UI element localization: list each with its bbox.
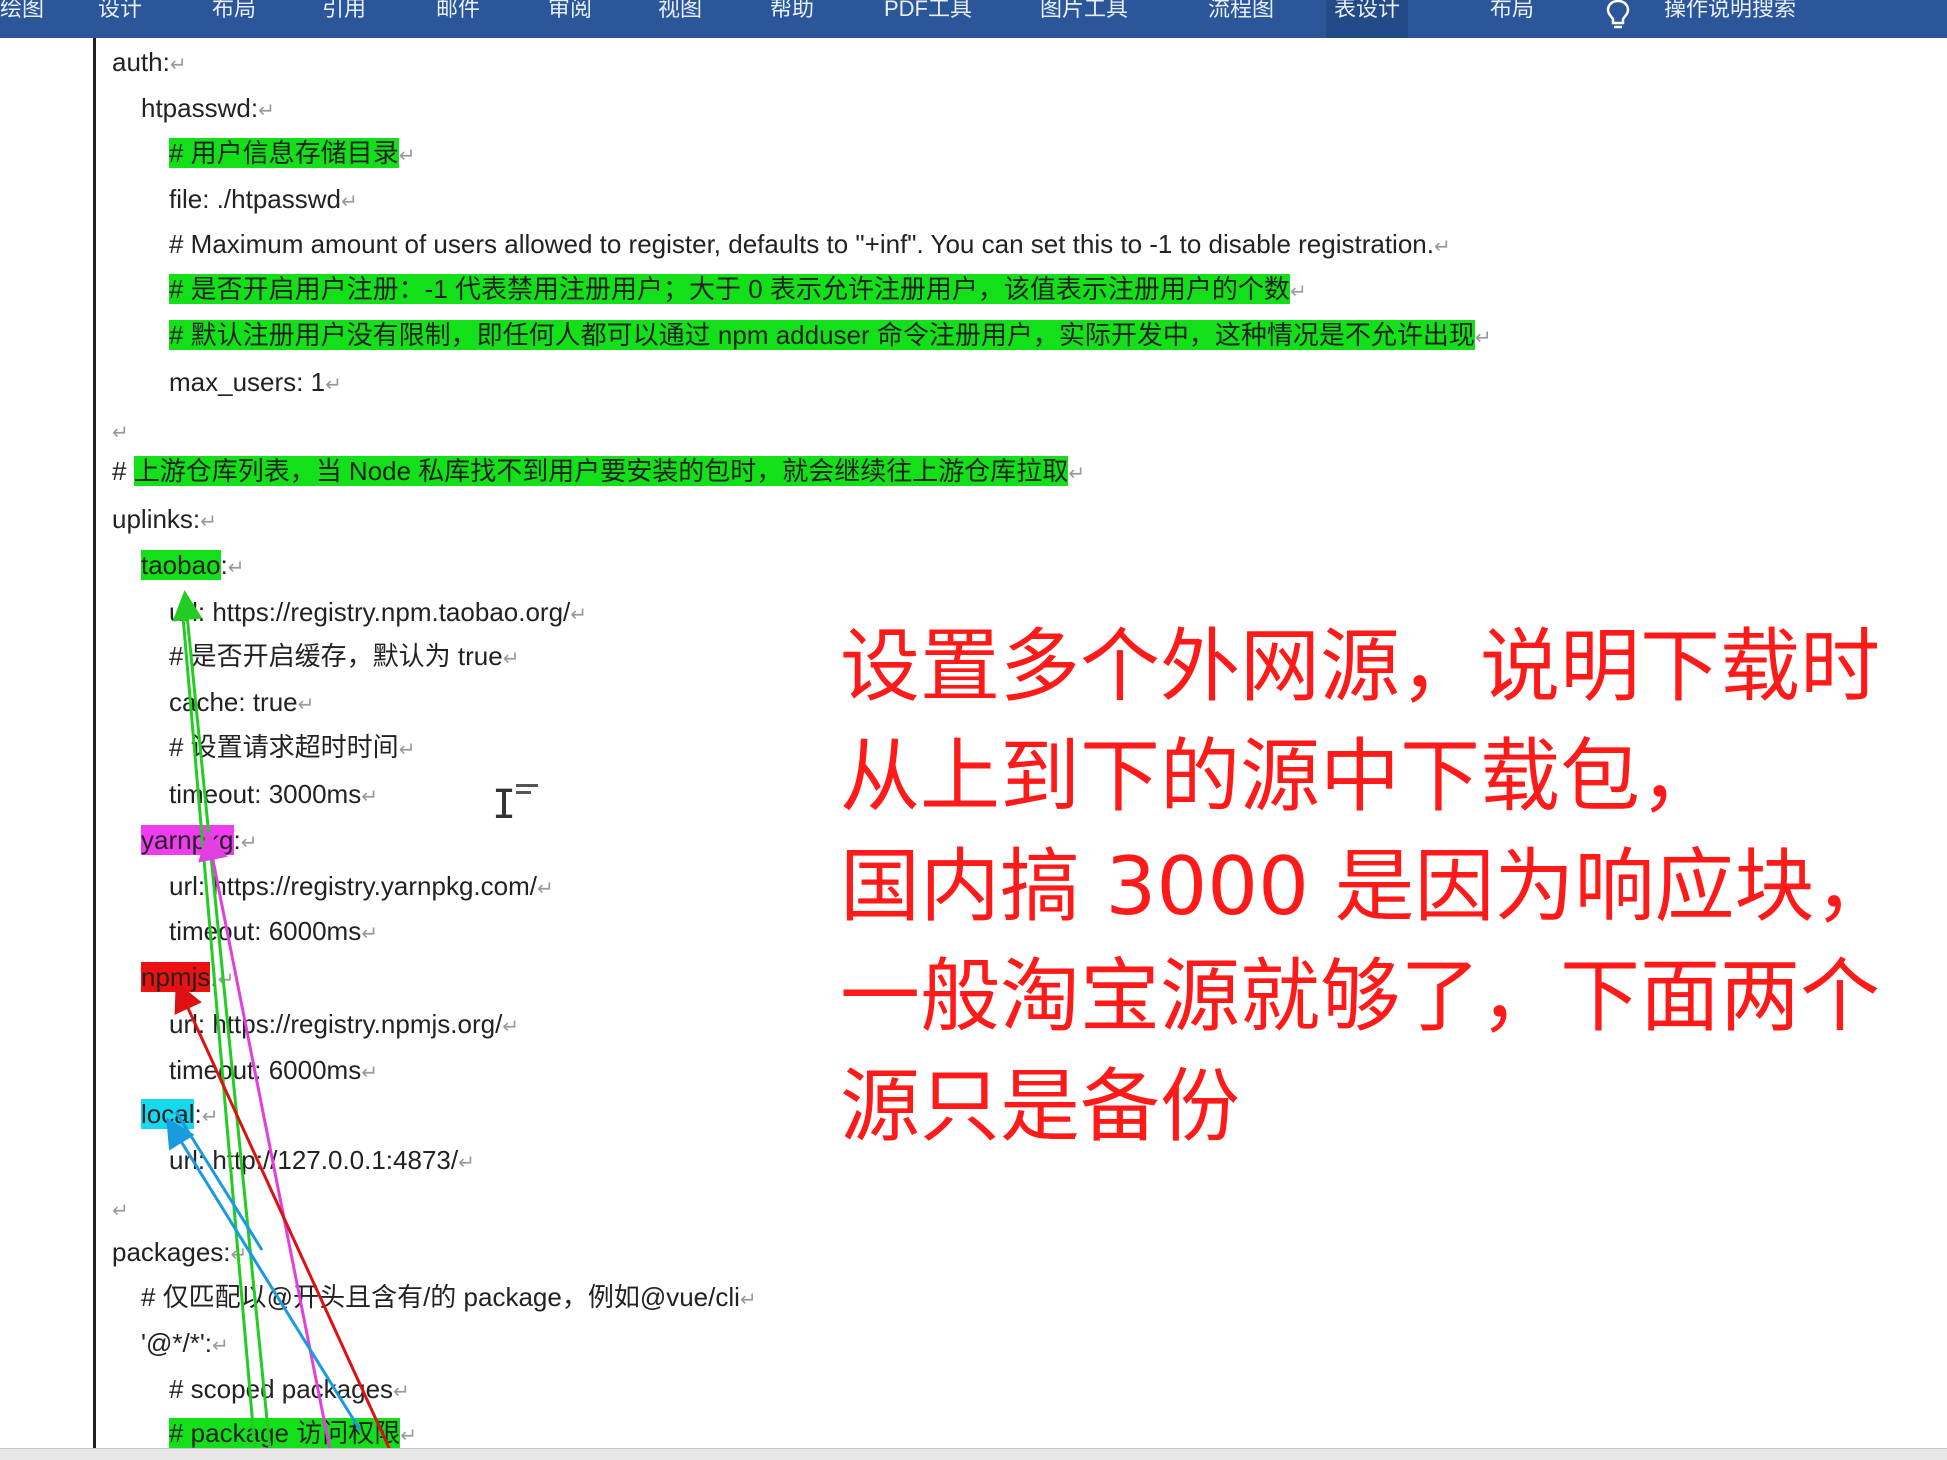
doc-line[interactable]: file: ./htpasswd↵ [169, 183, 358, 218]
tab-mailings[interactable]: 邮件 [436, 0, 480, 24]
tab-table-layout[interactable]: 布局 [1490, 0, 1534, 24]
doc-line[interactable]: # 用户信息存储目录↵ [169, 137, 415, 172]
doc-line[interactable]: # 默认注册用户没有限制，即任何人都可以通过 npm adduser 命令注册用… [169, 319, 1492, 354]
tab-table-design[interactable]: 表设计 [1326, 0, 1409, 38]
tab-review[interactable]: 审阅 [548, 0, 592, 24]
doc-line[interactable]: # 上游仓库列表，当 Node 私库找不到用户要安装的包时，就会继续往上游仓库拉… [112, 455, 1085, 490]
annotation-line: 一般淘宝源就够了，下面两个 [840, 950, 1880, 1043]
tab-design[interactable]: 设计 [98, 0, 142, 24]
doc-line[interactable]: url: https://registry.yarnpkg.com/↵ [169, 870, 554, 905]
uplink-yarnpkg[interactable]: yarnpkg:↵ [141, 824, 258, 859]
tell-me-search[interactable]: 操作说明搜索 [1664, 0, 1796, 24]
uplink-local[interactable]: local:↵ [141, 1098, 218, 1133]
tab-view[interactable]: 视图 [658, 0, 702, 24]
doc-line[interactable]: cache: true↵ [169, 686, 314, 721]
doc-line[interactable]: timeout: 3000ms↵ [169, 778, 378, 813]
annotation-line: 设置多个外网源，说明下载时 [840, 620, 1880, 713]
tab-draw[interactable]: 绘图 [0, 0, 44, 24]
page-margin-line [93, 38, 96, 1448]
ribbon-tab-bar: 绘图 设计 布局 引用 邮件 审阅 视图 帮助 PDF工具 图片工具 流程图 表… [0, 0, 1947, 38]
doc-line[interactable]: # scoped packages↵ [169, 1373, 410, 1408]
annotation-note: 设置多个外网源，说明下载时 从上到下的源中下载包， 国内搞 3000 是因为响应… [840, 612, 1940, 1162]
doc-line[interactable]: max_users: 1↵ [169, 366, 342, 401]
doc-line[interactable]: url: https://registry.npmjs.org/↵ [169, 1008, 519, 1043]
doc-line[interactable]: # package 访问权限↵ [169, 1417, 417, 1452]
tab-picture-tools[interactable]: 图片工具 [1040, 0, 1128, 24]
doc-line[interactable]: url: https://registry.npm.taobao.org/↵ [169, 596, 587, 631]
doc-line[interactable]: auth:↵ [112, 46, 187, 81]
doc-line[interactable]: packages:↵ [112, 1236, 247, 1271]
bottom-scroll-edge [0, 1448, 1947, 1460]
doc-line[interactable]: timeout: 6000ms↵ [169, 1054, 378, 1089]
doc-line[interactable]: # Maximum amount of users allowed to reg… [169, 228, 1451, 263]
doc-line[interactable]: htpasswd:↵ [141, 92, 275, 127]
doc-line[interactable]: url: http://127.0.0.1:4873/↵ [169, 1144, 475, 1179]
doc-line[interactable]: # 仅匹配以@开头且含有/的 package，例如@vue/cli↵ [141, 1281, 757, 1316]
doc-line[interactable]: # 是否开启用户注册：-1 代表禁用注册用户；大于 0 表示允许注册用户，该值表… [169, 273, 1307, 308]
doc-line[interactable]: timeout: 6000ms↵ [169, 915, 378, 950]
left-margin [0, 38, 94, 1448]
doc-line[interactable]: # 设置请求超时时间↵ [169, 731, 415, 766]
tab-flowchart[interactable]: 流程图 [1208, 0, 1274, 24]
doc-line[interactable]: # 是否开启缓存，默认为 true↵ [169, 640, 519, 675]
annotation-line: 国内搞 3000 是因为响应块， [840, 840, 1895, 933]
lightbulb-icon [1606, 0, 1630, 29]
doc-empty-line[interactable]: ↵ [112, 414, 129, 449]
doc-line[interactable]: uplinks:↵ [112, 503, 217, 538]
text-cursor-icon: I [492, 782, 517, 828]
tab-pdf-tools[interactable]: PDF工具 [884, 0, 972, 24]
uplink-npmjs[interactable]: npmjs:↵ [141, 961, 234, 996]
doc-empty-line[interactable]: ↵ [112, 1192, 129, 1227]
tab-help[interactable]: 帮助 [770, 0, 814, 24]
tab-references[interactable]: 引用 [322, 0, 366, 24]
annotation-line: 从上到下的源中下载包， [840, 730, 1720, 823]
tab-layout[interactable]: 布局 [212, 0, 256, 24]
annotation-line: 源只是备份 [840, 1060, 1240, 1153]
uplink-taobao[interactable]: taobao:↵ [141, 549, 245, 584]
paste-options-icon[interactable] [516, 784, 538, 802]
doc-line[interactable]: '@*/*':↵ [141, 1327, 229, 1362]
